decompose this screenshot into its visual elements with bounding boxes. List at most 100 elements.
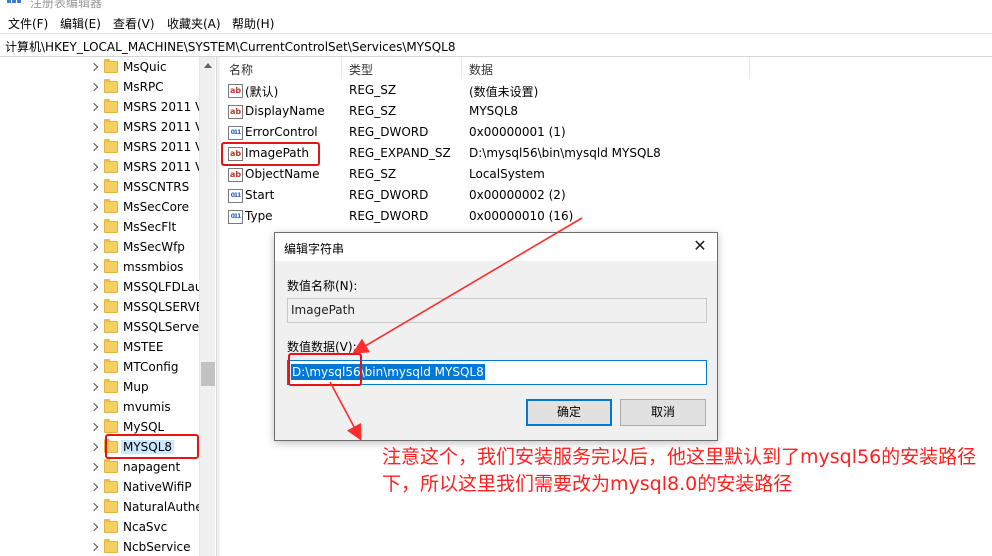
- column-header-type[interactable]: 类型: [349, 61, 373, 78]
- menu-view[interactable]: 查看(V): [113, 15, 155, 32]
- tree-item[interactable]: MSRS 2011 V: [90, 138, 200, 158]
- value-row[interactable]: ab ObjectName REG_SZ LocalSystem: [221, 165, 992, 186]
- chevron-right-icon[interactable]: [90, 142, 99, 152]
- value-type: REG_SZ: [349, 167, 397, 181]
- chevron-right-icon[interactable]: [90, 382, 99, 392]
- column-divider[interactable]: [341, 57, 342, 79]
- chevron-right-icon[interactable]: [90, 342, 99, 352]
- value-row[interactable]: 011 ErrorControl REG_DWORD 0x00000001 (1): [221, 123, 992, 144]
- tree-item[interactable]: NaturalAuthe: [90, 498, 200, 518]
- menu-edit[interactable]: 编辑(E): [60, 15, 101, 32]
- value-row[interactable]: ab (默认) REG_SZ (数值未设置): [221, 81, 992, 102]
- tree-item[interactable]: MsRPC: [90, 78, 200, 98]
- registry-editor-icon: [7, 0, 23, 8]
- tree-item[interactable]: MSSQLServe: [90, 318, 200, 338]
- value-type: REG_DWORD: [349, 188, 429, 202]
- chevron-right-icon[interactable]: [90, 502, 99, 512]
- value-row[interactable]: ab DisplayName REG_SZ MYSQL8: [221, 102, 992, 123]
- chevron-right-icon[interactable]: [90, 222, 99, 232]
- value-row[interactable]: ab ImagePath REG_EXPAND_SZ D:\mysql56\bin\m…: [221, 144, 992, 165]
- tree-scrollbar[interactable]: [199, 57, 215, 556]
- column-header-data[interactable]: 数据: [469, 61, 493, 78]
- chevron-right-icon[interactable]: [90, 82, 99, 92]
- tree-item[interactable]: NativeWifiP: [90, 478, 200, 498]
- value-row[interactable]: 011 Start REG_DWORD 0x00000002 (2): [221, 186, 992, 207]
- folder-icon: [104, 419, 118, 433]
- scroll-up-icon[interactable]: [204, 63, 212, 68]
- chevron-right-icon[interactable]: [90, 202, 99, 212]
- tree-item[interactable]: MSSCNTRS: [90, 178, 200, 198]
- value-name-text: ImagePath: [291, 303, 355, 317]
- tree-item-label: MSRS 2011 V: [123, 160, 200, 174]
- chevron-right-icon[interactable]: [90, 262, 99, 272]
- chevron-right-icon[interactable]: [90, 362, 99, 372]
- folder-icon: [104, 99, 118, 113]
- tree-item[interactable]: napagent: [90, 458, 200, 478]
- value-name: ObjectName: [245, 167, 320, 181]
- column-divider[interactable]: [749, 57, 750, 79]
- tree-item[interactable]: MsQuic: [90, 58, 200, 78]
- close-icon[interactable]: ✕: [683, 233, 717, 261]
- imagepath-highlight: [221, 142, 320, 166]
- tree-item[interactable]: MsSecWfp: [90, 238, 200, 258]
- chevron-right-icon[interactable]: [90, 422, 99, 432]
- chevron-right-icon[interactable]: [90, 302, 99, 312]
- value-row[interactable]: 011 Type REG_DWORD 0x00000010 (16): [221, 207, 992, 228]
- tree-item[interactable]: MsSecFlt: [90, 218, 200, 238]
- folder-icon: [104, 179, 118, 193]
- tree-item-label: MSRS 2011 V: [123, 120, 200, 134]
- chevron-right-icon[interactable]: [90, 442, 99, 452]
- folder-icon: [104, 359, 118, 373]
- tree-item-label: NcbService: [123, 540, 191, 554]
- chevron-right-icon[interactable]: [90, 542, 99, 552]
- menu-favorites[interactable]: 收藏夹(A): [167, 15, 221, 32]
- chevron-right-icon[interactable]: [90, 162, 99, 172]
- chevron-right-icon[interactable]: [90, 242, 99, 252]
- address-bar[interactable]: 计算机\HKEY_LOCAL_MACHINE\SYSTEM\CurrentCon…: [0, 33, 992, 57]
- registry-tree: MsQuic MsRPC MSRS 2011 V MSRS 2011 V MSRS 20…: [0, 57, 216, 556]
- tree-item[interactable]: MSRS 2011 V: [90, 118, 200, 138]
- dialog-title: 编辑字符串: [284, 242, 345, 256]
- ok-button[interactable]: 确定: [526, 399, 612, 426]
- folder-icon: [104, 159, 118, 173]
- folder-icon: [104, 459, 118, 473]
- tree-item[interactable]: Mup: [90, 378, 200, 398]
- cancel-button[interactable]: 取消: [620, 399, 706, 426]
- tree-item[interactable]: mssmbios: [90, 258, 200, 278]
- address-path[interactable]: 计算机\HKEY_LOCAL_MACHINE\SYSTEM\CurrentCon…: [5, 38, 456, 55]
- title-bar: 注册表编辑器: [0, 0, 992, 12]
- chevron-right-icon[interactable]: [90, 182, 99, 192]
- tree-item-label: MsQuic: [123, 60, 167, 74]
- pane-splitter[interactable]: [216, 57, 220, 556]
- tree-item[interactable]: MSSQLSERVE: [90, 298, 200, 318]
- scroll-thumb[interactable]: [201, 362, 215, 386]
- chevron-right-icon[interactable]: [90, 402, 99, 412]
- tree-item[interactable]: mvumis: [90, 398, 200, 418]
- chevron-right-icon[interactable]: [90, 462, 99, 472]
- tree-item[interactable]: MSRS 2011 V: [90, 158, 200, 178]
- tree-item[interactable]: NcaSvc: [90, 518, 200, 538]
- folder-icon: [104, 279, 118, 293]
- tree-item[interactable]: NcbService: [90, 538, 200, 556]
- chevron-right-icon[interactable]: [90, 482, 99, 492]
- chevron-right-icon[interactable]: [90, 122, 99, 132]
- chevron-right-icon[interactable]: [90, 282, 99, 292]
- tree-item-label: MsRPC: [123, 80, 164, 94]
- value-type: REG_EXPAND_SZ: [349, 146, 451, 160]
- chevron-right-icon[interactable]: [90, 322, 99, 332]
- value-data: 0x00000001 (1): [469, 125, 566, 139]
- tree-item[interactable]: MTConfig: [90, 358, 200, 378]
- chevron-right-icon[interactable]: [90, 522, 99, 532]
- tree-item[interactable]: MsSecCore: [90, 198, 200, 218]
- chevron-right-icon[interactable]: [90, 62, 99, 72]
- value-data: 0x00000010 (16): [469, 209, 574, 223]
- column-header-name[interactable]: 名称: [229, 61, 253, 78]
- chevron-right-icon[interactable]: [90, 102, 99, 112]
- tree-item[interactable]: MSSQLFDLau: [90, 278, 200, 298]
- column-divider[interactable]: [461, 57, 462, 79]
- tree-item[interactable]: MSTEE: [90, 338, 200, 358]
- menu-file[interactable]: 文件(F): [8, 15, 48, 32]
- menu-help[interactable]: 帮助(H): [232, 15, 274, 32]
- value-name: (默认): [245, 85, 279, 99]
- tree-item[interactable]: MSRS 2011 V: [90, 98, 200, 118]
